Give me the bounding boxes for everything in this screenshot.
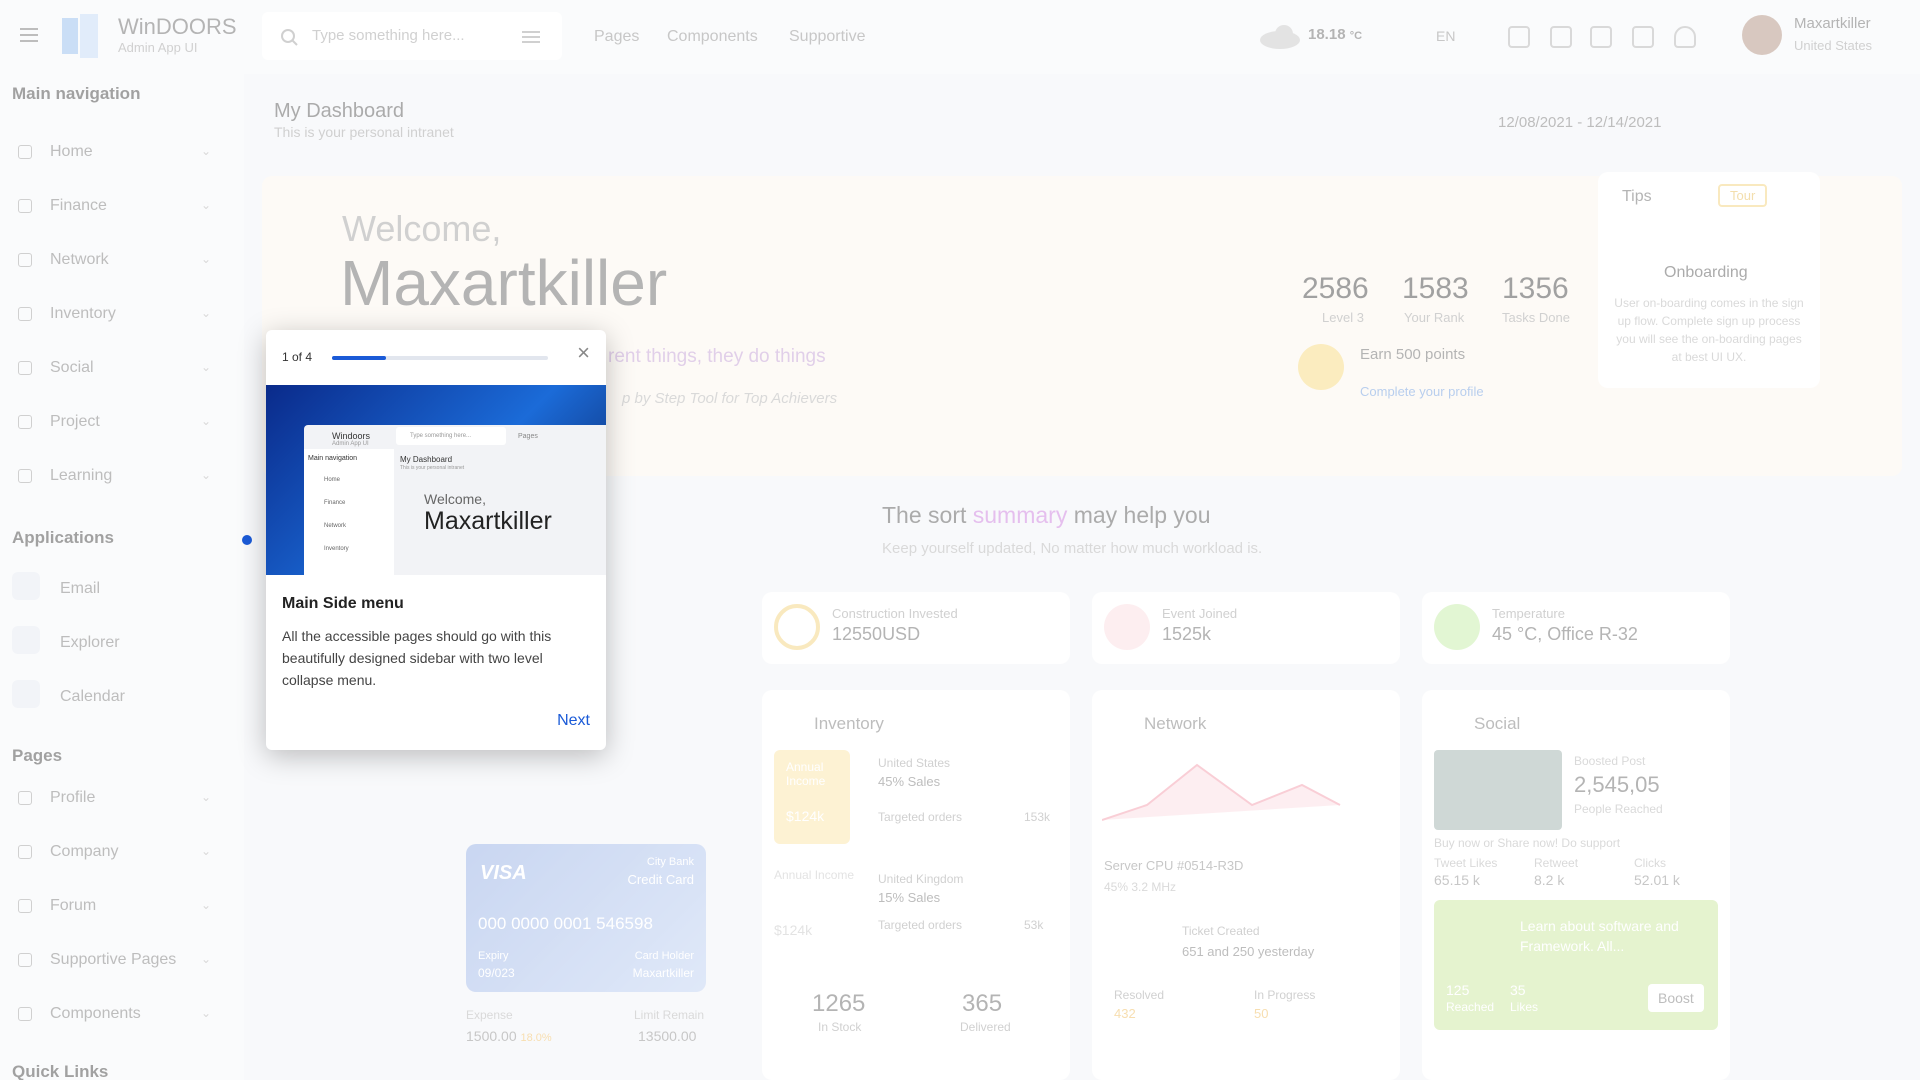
next-button[interactable]: Next — [557, 712, 590, 730]
preview-pages: Pages — [518, 433, 538, 440]
preview-item: Inventory — [324, 546, 349, 552]
close-icon[interactable]: × — [577, 340, 590, 366]
tour-pointer — [242, 535, 252, 545]
preview-name: Maxartkiller — [424, 507, 552, 535]
preview-dash: My Dashboard — [400, 455, 453, 464]
tour-preview-image: Windoors Admin App UI Type something her… — [266, 385, 606, 575]
preview-sidebar: Main navigation Home Finance Network Inv… — [304, 449, 394, 575]
preview-item: Home — [324, 477, 341, 483]
tour-progress — [332, 356, 548, 360]
tour-description: All the accessible pages should go with … — [282, 628, 552, 688]
preview-nav-title: Main navigation — [308, 455, 358, 462]
preview-welcome: Welcome, — [424, 491, 486, 507]
tour-title: Main Side menu — [282, 595, 404, 612]
tour-step: 1 of 4 — [282, 350, 313, 364]
preview-item: Finance — [324, 500, 346, 506]
preview-window: Windoors Admin App UI Type something her… — [304, 425, 606, 575]
tour-progress-fill — [332, 356, 386, 360]
preview-sub: Admin App UI — [332, 441, 369, 447]
preview-item: Network — [324, 523, 347, 529]
preview-dash-sub: This is your personal intranet — [400, 465, 465, 471]
preview-search: Type something here... — [396, 427, 506, 445]
preview-brand: Windoors — [332, 431, 371, 441]
tour-popover: 1 of 4 × Windoors Admin App UI Type some… — [266, 330, 606, 750]
